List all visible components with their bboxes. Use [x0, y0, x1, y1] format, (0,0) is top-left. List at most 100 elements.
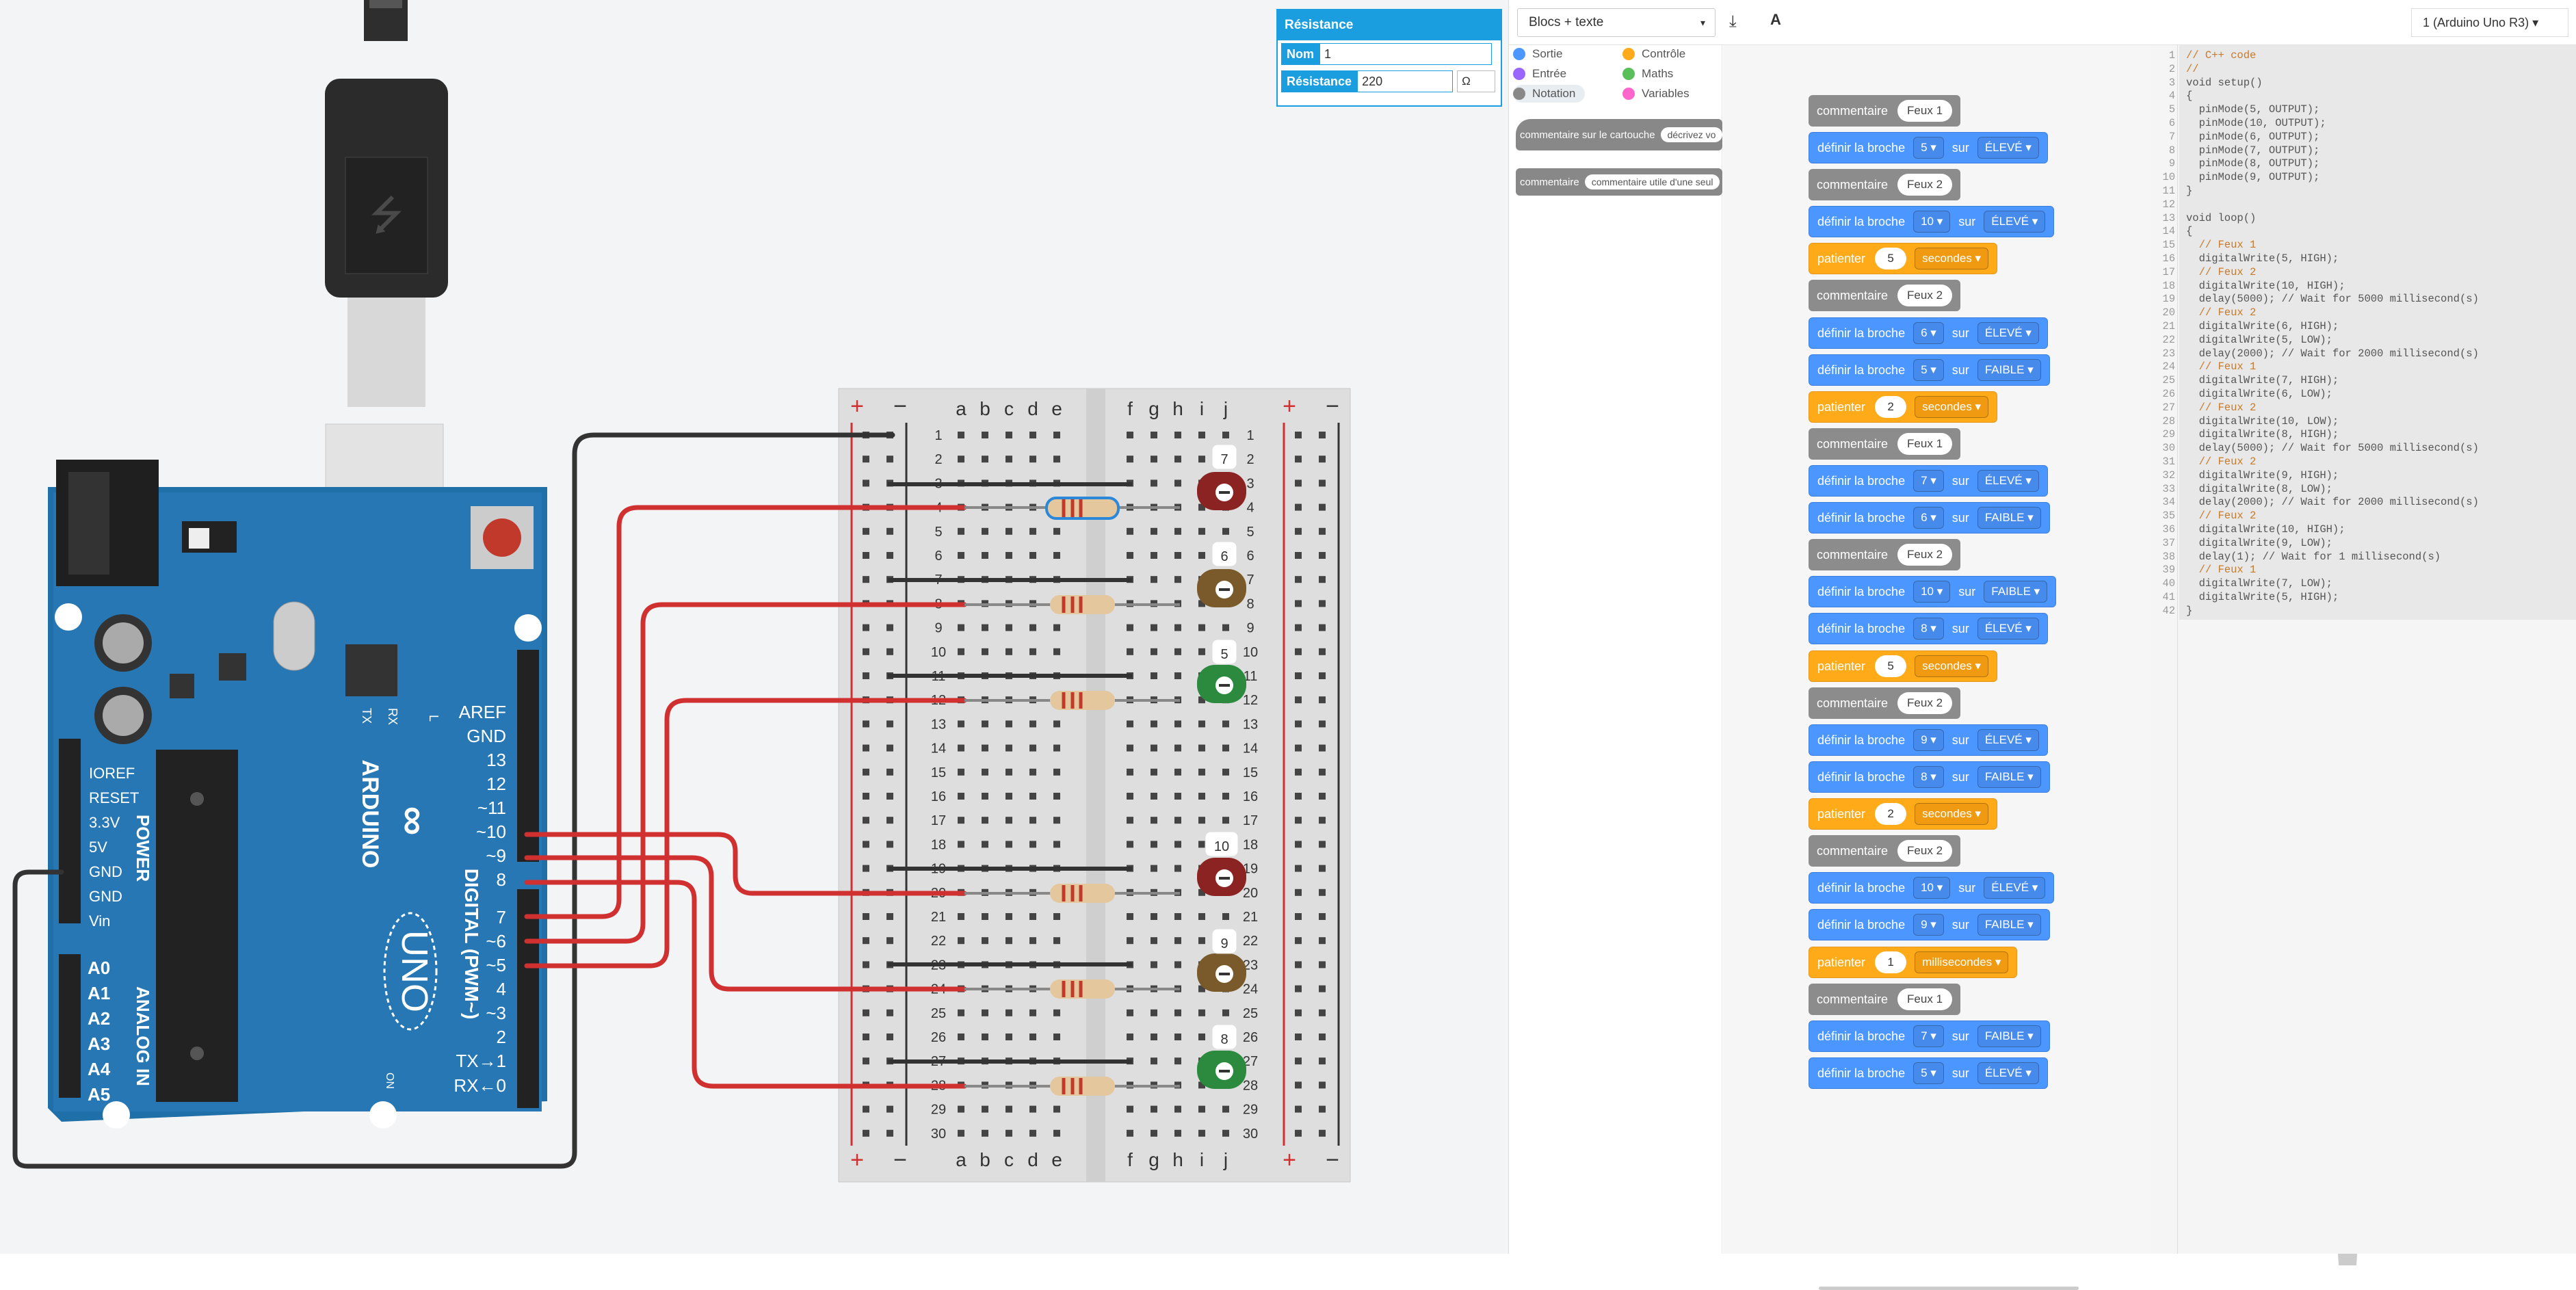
set-pin-block[interactable]: définir la broche 8 ▾ sur FAIBLE ▾ [1809, 761, 2050, 793]
comment-block[interactable]: commentaire Feux 2 [1809, 280, 1961, 311]
comment-block[interactable]: commentaire Feux 2 [1809, 687, 1961, 719]
pin-dropdown[interactable]: 10 ▾ [1913, 211, 1951, 233]
unit-dropdown[interactable]: secondes ▾ [1915, 396, 1989, 418]
unit-select[interactable]: Ω [1457, 70, 1496, 92]
line-number: 17 [2162, 265, 2175, 278]
pin-dropdown[interactable]: 6 ▾ [1913, 507, 1944, 529]
category-variables[interactable]: Variables [1622, 85, 1690, 103]
pin-dropdown[interactable]: 10 ▾ [1913, 877, 1951, 899]
comment-block[interactable]: commentaire Feux 2 [1809, 169, 1961, 200]
comment-text-input[interactable]: Feux 1 [1897, 433, 1953, 455]
duration-input[interactable]: 2 [1875, 396, 1907, 418]
state-dropdown[interactable]: ÉLEVÉ ▾ [1977, 1062, 2039, 1084]
state-dropdown[interactable]: ÉLEVÉ ▾ [1977, 137, 2039, 159]
state-dropdown[interactable]: ÉLEVÉ ▾ [1977, 729, 2039, 751]
state-dropdown[interactable]: ÉLEVÉ ▾ [1984, 211, 2046, 233]
comment-text-input[interactable]: Feux 1 [1897, 100, 1953, 122]
comment-text-input[interactable]: Feux 2 [1897, 544, 1953, 566]
set-pin-block[interactable]: définir la broche 9 ▾ sur FAIBLE ▾ [1809, 909, 2050, 940]
comment-block[interactable]: commentaire Feux 1 [1809, 95, 1961, 127]
comment-block[interactable]: commentaire Feux 2 [1809, 539, 1961, 570]
set-pin-block[interactable]: définir la broche 10 ▾ sur ÉLEVÉ ▾ [1809, 872, 2055, 904]
comment-block[interactable]: commentaire Feux 1 [1809, 428, 1961, 460]
state-dropdown[interactable]: ÉLEVÉ ▾ [1977, 470, 2039, 492]
reset-button[interactable] [483, 518, 521, 557]
unit-dropdown[interactable]: secondes ▾ [1915, 803, 1989, 825]
unit-dropdown[interactable]: secondes ▾ [1915, 655, 1989, 677]
wait-block[interactable]: patienter 5 secondes ▾ [1809, 650, 1998, 682]
wait-block[interactable]: patienter 5 secondes ▾ [1809, 243, 1998, 274]
comment-text-input[interactable]: Feux 2 [1897, 174, 1953, 196]
set-pin-block[interactable]: définir la broche 5 ▾ sur FAIBLE ▾ [1809, 354, 2050, 386]
comment-text-input[interactable]: Feux 2 [1897, 840, 1953, 862]
circuit-canvas[interactable]: ⭍ IOREF RESET 3.3V 5V GND GND Vin A0 A1 … [0, 0, 1508, 1254]
wait-block[interactable]: patienter 1 millisecondes ▾ [1809, 947, 2018, 978]
comment-block[interactable]: commentaire Feux 2 [1809, 835, 1961, 867]
state-dropdown[interactable]: ÉLEVÉ ▾ [1984, 877, 2046, 899]
state-dropdown[interactable]: FAIBLE ▾ [1977, 507, 2041, 529]
set-pin-block[interactable]: définir la broche 10 ▾ sur FAIBLE ▾ [1809, 576, 2057, 607]
pin-dropdown[interactable]: 5 ▾ [1913, 137, 1944, 159]
block-label: définir la broche [1817, 917, 1906, 932]
state-dropdown[interactable]: FAIBLE ▾ [1984, 581, 2048, 603]
pin-dropdown[interactable]: 9 ▾ [1913, 729, 1944, 751]
pin-dropdown[interactable]: 5 ▾ [1913, 359, 1944, 381]
arduino-board[interactable]: IOREF RESET 3.3V 5V GND GND Vin A0 A1 A2… [48, 460, 547, 1129]
download-icon[interactable]: ⤓ [1729, 12, 1737, 31]
blocks-workspace[interactable]: commentaire Feux 1 définir la broche 5 ▾ sur… [1723, 45, 2362, 1290]
code-mode-select[interactable]: Blocs + texte ▾ [1517, 8, 1716, 37]
set-pin-block[interactable]: définir la broche 7 ▾ sur FAIBLE ▾ [1809, 1021, 2050, 1052]
wait-block[interactable]: patienter 2 secondes ▾ [1809, 391, 1998, 423]
duration-input[interactable]: 5 [1875, 655, 1907, 677]
circuit-schematic[interactable]: ⭍ IOREF RESET 3.3V 5V GND GND Vin A0 A1 … [0, 0, 1508, 1254]
state-dropdown[interactable]: ÉLEVÉ ▾ [1977, 322, 2039, 344]
comment-text-input[interactable]: Feux 2 [1897, 285, 1953, 306]
pin-dropdown[interactable]: 9 ▾ [1913, 914, 1944, 936]
unit-dropdown[interactable]: secondes ▾ [1915, 248, 1989, 269]
category-controle[interactable]: Contrôle [1622, 45, 1685, 63]
set-pin-block[interactable]: définir la broche 5 ▾ sur ÉLEVÉ ▾ [1809, 1057, 2048, 1089]
duration-input[interactable]: 1 [1875, 951, 1907, 973]
pin-dropdown[interactable]: 10 ▾ [1913, 581, 1951, 603]
font-size-icon[interactable]: A [1770, 11, 1781, 29]
code-editor[interactable]: 1 2 3 4 5 6 7 8 9 10 11 12 13 14 15 16 17 18 19 20 21 22 23 24 2… [2151, 45, 2576, 1254]
svg-text:TX→1: TX→1 [456, 1051, 506, 1071]
set-pin-block[interactable]: définir la broche 9 ▾ sur ÉLEVÉ ▾ [1809, 724, 2048, 756]
duration-input[interactable]: 5 [1875, 248, 1907, 269]
pin-dropdown[interactable]: 8 ▾ [1913, 618, 1944, 640]
state-dropdown[interactable]: FAIBLE ▾ [1977, 359, 2041, 381]
comment-block[interactable]: commentaire Feux 1 [1809, 984, 1961, 1015]
palette-block-comment[interactable]: commentaire commentaire utile d'une seul [1516, 168, 1722, 196]
category-sortie[interactable]: Sortie [1513, 45, 1562, 63]
comment-text-input[interactable]: Feux 1 [1897, 988, 1953, 1010]
resistor-properties-panel[interactable]: Résistance Nom 1 Résistance 220 Ω [1276, 9, 1502, 107]
state-dropdown[interactable]: ÉLEVÉ ▾ [1977, 618, 2039, 640]
pin-dropdown[interactable]: 8 ▾ [1913, 766, 1944, 788]
set-pin-block[interactable]: définir la broche 6 ▾ sur FAIBLE ▾ [1809, 502, 2050, 534]
set-pin-block[interactable]: définir la broche 10 ▾ sur ÉLEVÉ ▾ [1809, 206, 2055, 237]
horizontal-scrollbar[interactable] [1819, 1287, 2079, 1290]
pin-dropdown[interactable]: 7 ▾ [1913, 1025, 1944, 1047]
duration-input[interactable]: 2 [1875, 803, 1907, 825]
block-label: sur [1951, 326, 1969, 340]
device-select[interactable]: 1 (Arduino Uno R3) ▾ [2411, 8, 2568, 37]
resistance-input[interactable]: 220 [1357, 70, 1454, 92]
set-pin-block[interactable]: définir la broche 8 ▾ sur ÉLEVÉ ▾ [1809, 613, 2048, 644]
state-dropdown[interactable]: FAIBLE ▾ [1977, 1025, 2041, 1047]
set-pin-block[interactable]: définir la broche 7 ▾ sur ÉLEVÉ ▾ [1809, 465, 2048, 497]
category-notation[interactable]: Notation [1513, 85, 1586, 103]
pin-dropdown[interactable]: 5 ▾ [1913, 1062, 1944, 1084]
pin-dropdown[interactable]: 7 ▾ [1913, 470, 1944, 492]
name-input[interactable]: 1 [1319, 43, 1492, 65]
state-dropdown[interactable]: FAIBLE ▾ [1977, 766, 2041, 788]
category-maths[interactable]: Maths [1622, 65, 1673, 83]
wait-block[interactable]: patienter 2 secondes ▾ [1809, 798, 1998, 830]
pin-dropdown[interactable]: 6 ▾ [1913, 322, 1944, 344]
state-dropdown[interactable]: FAIBLE ▾ [1977, 914, 2041, 936]
comment-text-input[interactable]: Feux 2 [1897, 692, 1953, 714]
set-pin-block[interactable]: définir la broche 5 ▾ sur ÉLEVÉ ▾ [1809, 132, 2048, 163]
set-pin-block[interactable]: définir la broche 6 ▾ sur ÉLEVÉ ▾ [1809, 317, 2048, 349]
unit-dropdown[interactable]: millisecondes ▾ [1915, 951, 2009, 973]
category-entree[interactable]: Entrée [1513, 65, 1566, 83]
palette-block-header-comment[interactable]: commentaire sur le cartouche décrivez vo [1516, 119, 1722, 150]
